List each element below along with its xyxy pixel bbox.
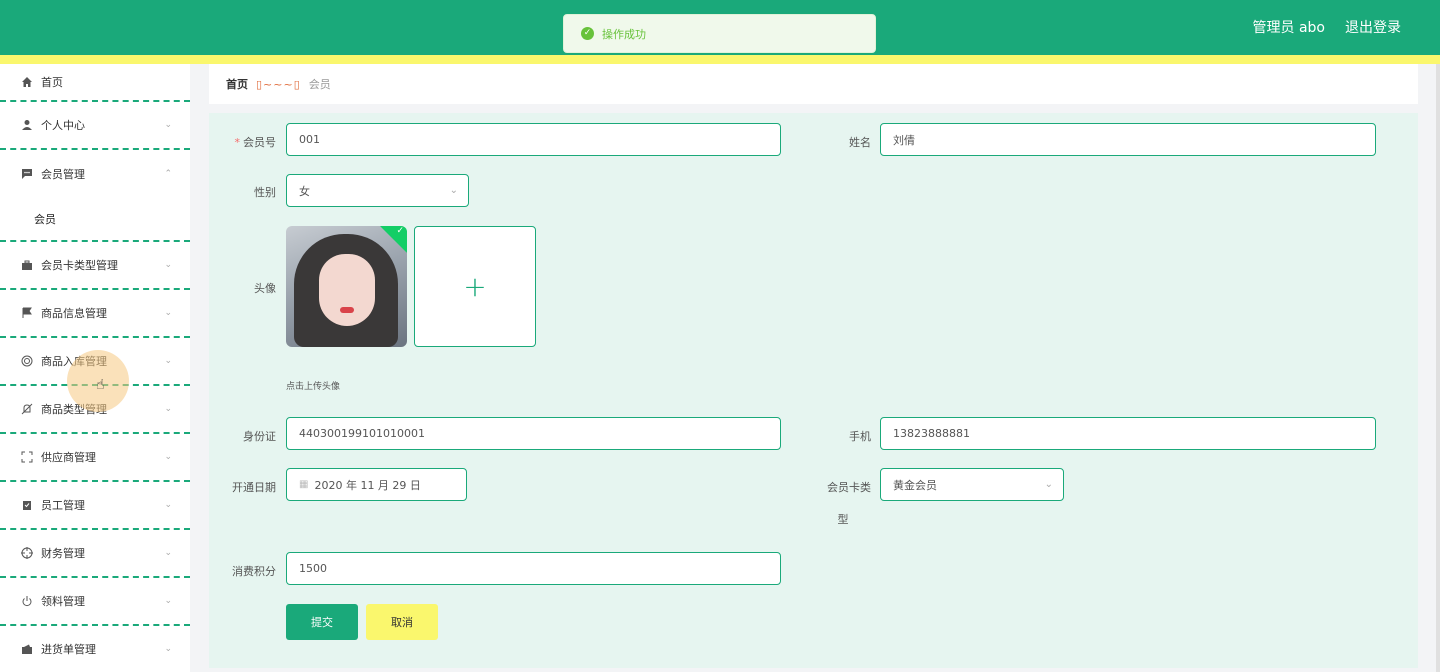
success-toast: ✓ 操作成功 [563,14,876,53]
sidebar-item-finance-management[interactable]: 财务管理 ⌄ [0,530,190,578]
chevron-down-icon: ⌄ [164,308,172,318]
gender-label: 性别 [254,186,276,199]
sidebar-item-purchase-order-management[interactable]: 进货单管理 ⌄ [0,626,190,672]
sidebar-item-product-info-management[interactable]: 商品信息管理 ⌄ [0,290,190,338]
chevron-down-icon: ⌄ [164,548,172,558]
header-stripe [0,55,1440,64]
hand-cursor-icon: ☝ [96,377,105,393]
sidebar-item-label: 员工管理 [41,499,85,512]
member-form: * 会员号 001 姓名 刘倩 性别 女 ⌄ 头像 ✓ + 点击上传头像 身份证 … [209,113,1418,668]
chevron-down-icon: ⌄ [164,452,172,462]
plus-icon: + [463,270,487,303]
member-no-label: * 会员号 [234,136,277,149]
card-type-select[interactable]: 黄金会员 ⌄ [880,468,1064,501]
main-content: 首页 ▯~~~▯ 会员 * 会员号 001 姓名 刘倩 性别 女 ⌄ 头像 ✓ +… [209,64,1418,672]
chevron-down-icon: ⌄ [164,120,172,130]
success-check-icon: ✓ [581,27,594,40]
id-card-label: 身份证 [243,430,276,443]
sidebar-subitem-member[interactable]: 会员 [0,198,190,242]
sidebar-item-home[interactable]: 首页 [0,64,190,102]
cancel-button[interactable]: 取消 [366,604,438,640]
points-input[interactable]: 1500 [286,552,781,585]
sidebar-item-label: 商品信息管理 [41,307,107,320]
logout-link[interactable]: 退出登录 [1345,17,1401,37]
sidebar-item-label: 供应商管理 [41,451,96,464]
chevron-down-icon: ⌄ [164,596,172,606]
submit-button[interactable]: 提交 [286,604,358,640]
avatar-upload-button[interactable]: + [414,226,536,347]
crosshair-icon [20,546,34,560]
avatar-upload-hint: 点击上传头像 [286,382,341,392]
sidebar-item-label: 首页 [41,76,63,89]
sidebar-item-material-management[interactable]: 领料管理 ⌄ [0,578,190,626]
member-no-input[interactable]: 001 [286,123,781,156]
sidebar-item-label: 会员管理 [41,168,85,181]
sidebar-subitem-label: 会员 [34,213,56,226]
wallet-icon [20,642,34,656]
sidebar: 首页 个人中心 ⌄ 会员管理 ⌃ 会员 会员卡类型管理 ⌄ 商品信息管理 ⌄ ⌄… [0,64,190,672]
breadcrumb-current: 会员 [308,78,331,91]
lifebuoy-icon [20,354,34,368]
name-label: 姓名 [849,136,871,149]
sidebar-item-supplier-management[interactable]: 供应商管理 ⌄ [0,434,190,482]
sidebar-item-label: 领料管理 [41,595,85,608]
points-label: 消费积分 [232,565,276,578]
clipboard-icon [20,498,34,512]
sidebar-item-card-type-management[interactable]: 会员卡类型管理 ⌄ [0,242,190,290]
phone-input[interactable]: 13823888881 [880,417,1376,450]
avatar-label: 头像 [254,282,276,295]
open-date-label: 开通日期 [232,481,276,494]
sidebar-item-label: 财务管理 [41,547,85,560]
open-date-picker[interactable]: ▦ 2020 年 11 月 29 日 [286,468,467,501]
chevron-down-icon: ⌄ [164,644,172,654]
chevron-down-icon: ⌄ [1044,479,1053,490]
calendar-icon: ▦ [299,479,309,490]
admin-user-label: 管理员 abo [1252,20,1325,36]
chevron-down-icon: ⌄ [164,356,172,366]
toast-message: 操作成功 [602,27,646,41]
power-icon [20,594,34,608]
id-card-input[interactable]: 440300199101010001 [286,417,781,450]
briefcase-icon [20,258,34,272]
phone-label: 手机 [849,430,871,443]
page-scrollbar[interactable] [1436,64,1440,672]
chat-icon [20,167,34,181]
gender-select[interactable]: 女 ⌄ [286,174,469,207]
bell-off-icon [20,402,34,416]
sidebar-item-label: 进货单管理 [41,643,96,656]
fullscreen-icon [20,450,34,464]
breadcrumb-separator-icon: ▯~~~▯ [256,77,301,91]
card-type-label: 会员卡类 型 [827,481,871,526]
breadcrumb-home[interactable]: 首页 [226,76,248,92]
breadcrumb: 首页 ▯~~~▯ 会员 [209,64,1418,104]
avatar-thumbnail[interactable]: ✓ [286,226,407,347]
chevron-down-icon: ⌄ [449,185,458,196]
sidebar-item-label: 会员卡类型管理 [41,259,118,272]
chevron-down-icon: ⌄ [164,500,172,510]
home-icon [20,75,34,89]
sidebar-item-personal-center[interactable]: 个人中心 ⌄ [0,102,190,150]
user-icon [20,118,34,132]
sidebar-item-staff-management[interactable]: 员工管理 ⌄ [0,482,190,530]
sidebar-item-label: 个人中心 [41,119,85,132]
chevron-down-icon: ⌄ [164,260,172,270]
name-input[interactable]: 刘倩 [880,123,1376,156]
flag-icon [20,306,34,320]
header-user-area: 管理员 abo 退出登录 [1253,17,1401,37]
check-icon: ✓ [396,226,404,236]
chevron-up-icon: ⌃ [164,169,172,179]
chevron-down-icon: ⌄ [164,404,172,414]
sidebar-item-member-management[interactable]: 会员管理 ⌃ [0,150,190,198]
